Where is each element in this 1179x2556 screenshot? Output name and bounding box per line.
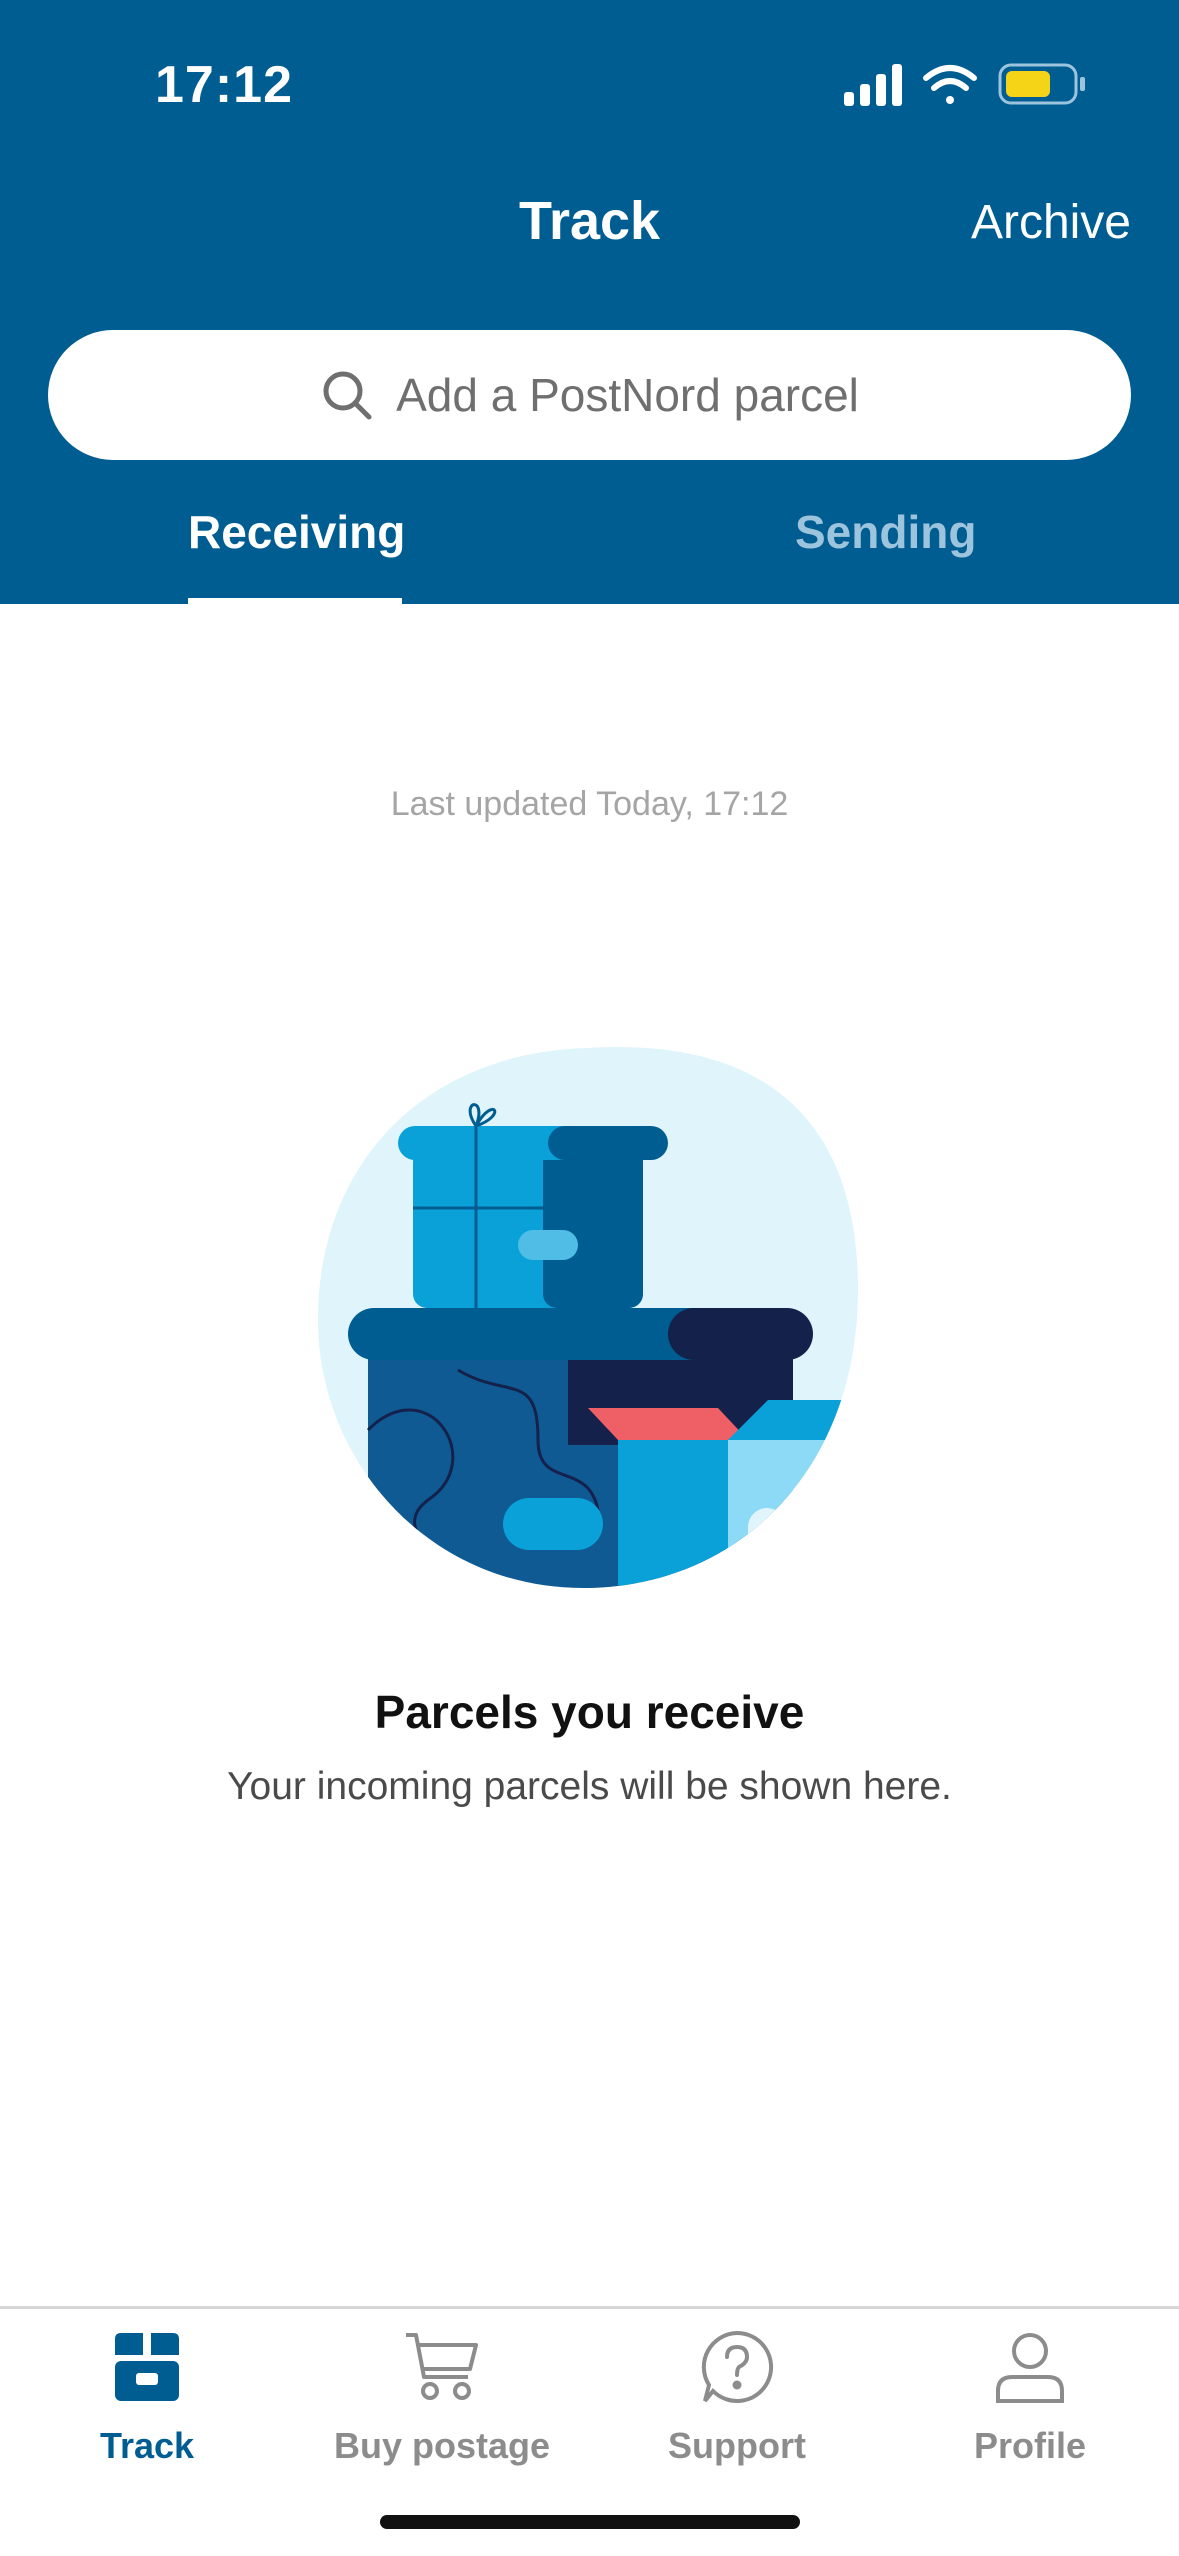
- home-indicator: [380, 2515, 800, 2529]
- empty-state-subtitle: Your incoming parcels will be shown here…: [227, 1765, 952, 1808]
- question-icon: [701, 2330, 774, 2403]
- search-icon: [323, 371, 372, 420]
- battery-icon: [998, 63, 1085, 105]
- search-placeholder: Add a PostNord parcel: [396, 369, 859, 421]
- tab-sending[interactable]: Sending: [795, 505, 976, 604]
- last-updated-text: Last updated Today, 17:12: [390, 785, 789, 823]
- status-time: 17:12: [155, 56, 293, 114]
- tabbar-item-support[interactable]: Support: [587, 2329, 887, 2479]
- empty-state-title: Parcels you receive: [374, 1686, 805, 1738]
- tab-receiving[interactable]: Receiving: [188, 505, 405, 604]
- tabbar-label-support: Support: [668, 2425, 806, 2466]
- tabbar-item-track[interactable]: Track: [0, 2329, 297, 2479]
- status-icons: [844, 63, 1085, 106]
- tabbar-label-buy-postage: Buy postage: [333, 2425, 551, 2466]
- tabbar-item-buy-postage[interactable]: Buy postage: [292, 2329, 592, 2479]
- tabbar-item-profile[interactable]: Profile: [880, 2329, 1179, 2479]
- header: 17:12 Track Archive Add a PostNord parce…: [0, 0, 1179, 604]
- tabbar-label-track: Track: [99, 2425, 195, 2466]
- search-input[interactable]: Add a PostNord parcel: [48, 330, 1131, 460]
- cart-icon: [406, 2333, 478, 2400]
- parcels-illustration: [318, 1047, 858, 1589]
- tabbar-label-profile: Profile: [973, 2425, 1087, 2466]
- signal-icon: [844, 64, 902, 106]
- parcel-icon: [115, 2333, 179, 2401]
- tab-underline: [188, 598, 402, 604]
- archive-button[interactable]: Archive: [971, 195, 1131, 250]
- wifi-icon: [923, 65, 977, 104]
- track-screen: 17:12 Track Archive Add a PostNord parce…: [0, 0, 1179, 2556]
- person-icon: [996, 2333, 1064, 2403]
